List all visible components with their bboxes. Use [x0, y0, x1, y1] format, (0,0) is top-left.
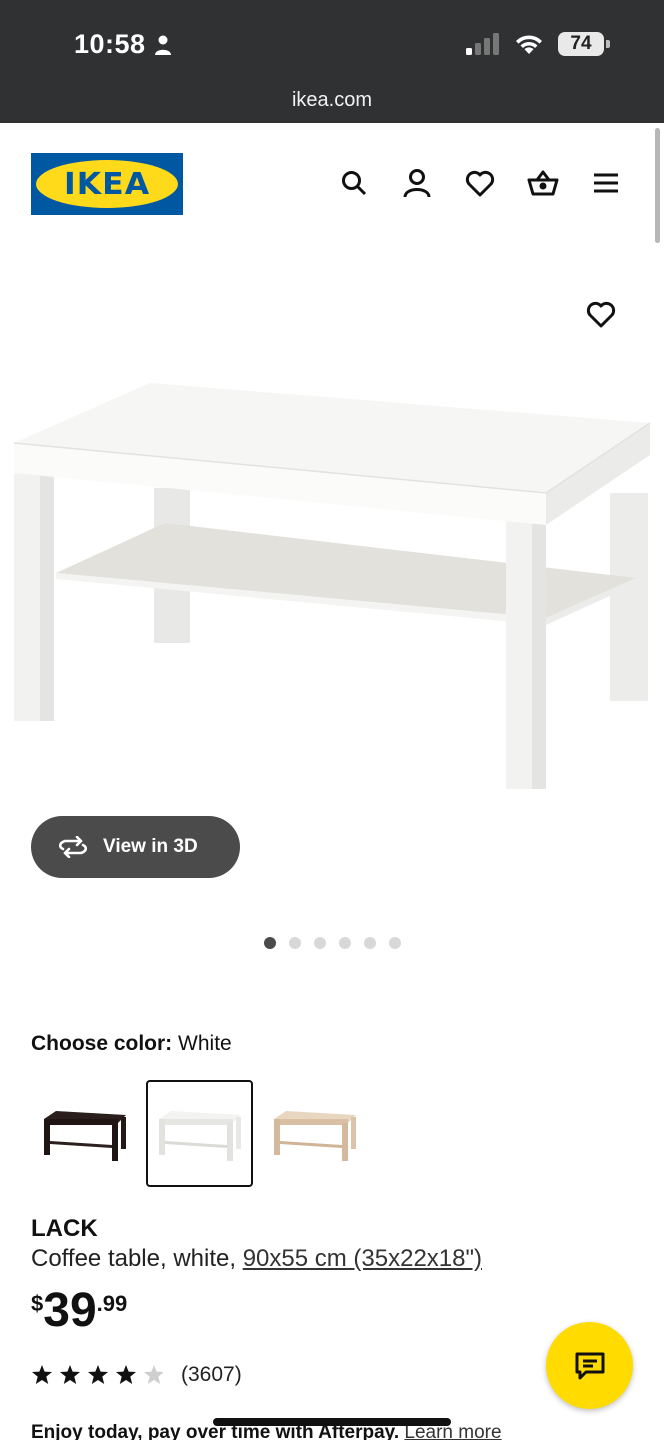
search-icon[interactable] — [338, 167, 370, 199]
view-in-3d-button[interactable]: View in 3D — [31, 816, 240, 878]
status-and-address-bar: 10:58 74 ikea.com — [0, 0, 664, 123]
product-type-text: Coffee table, white, — [31, 1245, 237, 1272]
product-size-link[interactable]: 90x55 cm (35x22x18") — [243, 1245, 482, 1272]
star-rating-icons — [32, 1365, 163, 1384]
heart-icon[interactable] — [464, 167, 496, 199]
site-header: IKEA — [0, 123, 664, 243]
address-bar-url[interactable]: ikea.com — [0, 89, 664, 112]
price-decimal: .99 — [96, 1291, 128, 1316]
basket-icon[interactable] — [527, 167, 559, 199]
logo-oval: IKEA — [36, 160, 178, 208]
gallery-dot[interactable] — [389, 937, 401, 949]
product-description: Coffee table, white, 90x55 cm (35x22x18"… — [31, 1245, 482, 1273]
header-icons — [338, 167, 622, 199]
gallery-pagination-dots — [264, 937, 401, 949]
white-table-thumbnail — [158, 1110, 241, 1161]
add-to-favorites-heart-icon[interactable] — [586, 300, 618, 332]
product-gallery[interactable]: View in 3D — [0, 243, 664, 973]
color-swatches — [31, 1080, 368, 1187]
account-icon[interactable] — [401, 167, 433, 199]
black-brown-table-thumbnail — [43, 1110, 126, 1161]
battery-level: 74 — [570, 33, 592, 54]
choose-color-heading: Choose color: White — [31, 1032, 232, 1056]
price-currency: $ — [31, 1291, 44, 1316]
color-option-oak[interactable] — [261, 1080, 368, 1187]
chat-bubble-icon — [575, 1352, 604, 1379]
color-option-white[interactable] — [146, 1080, 253, 1187]
oak-table-thumbnail — [273, 1110, 356, 1161]
battery-indicator: 74 — [558, 32, 610, 56]
menu-icon[interactable] — [590, 167, 622, 199]
rotate-3d-icon — [58, 836, 88, 858]
ikea-logo[interactable]: IKEA — [31, 153, 183, 215]
person-icon — [154, 35, 171, 55]
status-time: 10:58 — [74, 29, 172, 60]
gallery-dot[interactable] — [264, 937, 276, 949]
product-name: LACK — [31, 1215, 98, 1242]
logo-text: IKEA — [63, 166, 151, 202]
review-count: (3607) — [181, 1363, 242, 1386]
cellular-signal-icon — [466, 33, 499, 55]
chat-button[interactable] — [546, 1322, 633, 1409]
wifi-icon — [516, 35, 542, 54]
choose-color-label: Choose color: — [31, 1032, 173, 1055]
home-indicator[interactable] — [213, 1418, 451, 1426]
gallery-dot[interactable] — [364, 937, 376, 949]
gallery-dot[interactable] — [289, 937, 301, 949]
gallery-dot[interactable] — [339, 937, 351, 949]
price-integer: 39 — [43, 1284, 97, 1337]
selected-color-value: White — [178, 1032, 232, 1055]
clock-text: 10:58 — [74, 29, 146, 59]
product-price: $ 39 .99 — [31, 1285, 127, 1337]
status-indicators: 74 — [466, 32, 610, 56]
view-in-3d-label: View in 3D — [103, 836, 198, 857]
product-image-coffee-table — [13, 383, 651, 789]
color-option-black-brown[interactable] — [31, 1080, 138, 1187]
gallery-dot[interactable] — [314, 937, 326, 949]
product-rating[interactable]: (3607) — [31, 1363, 242, 1387]
